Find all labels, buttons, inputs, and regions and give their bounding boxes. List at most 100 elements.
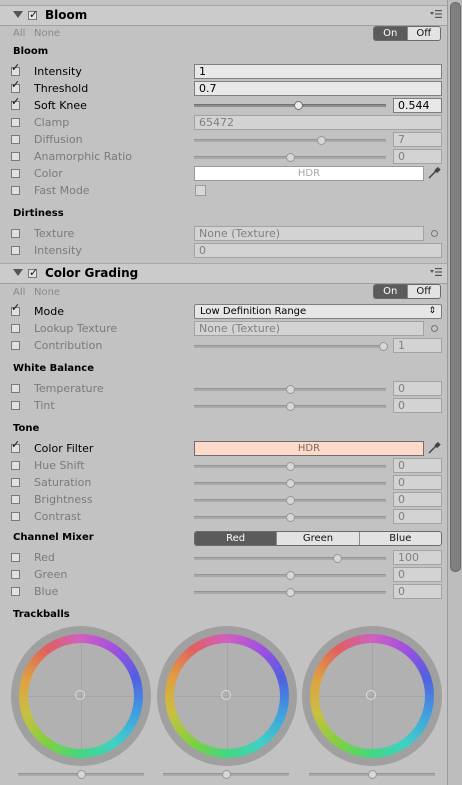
hueshift-override-checkbox[interactable] xyxy=(11,461,21,471)
contribution-slider-handle[interactable] xyxy=(379,342,388,351)
bloom-header[interactable]: Bloom xyxy=(0,5,448,26)
eyedropper-icon[interactable] xyxy=(427,441,441,455)
clamp-override-checkbox[interactable] xyxy=(11,118,21,128)
grading-on-button[interactable]: On xyxy=(374,285,407,298)
trackball-gamma-slider-handle[interactable] xyxy=(222,770,231,779)
mixer-red-override-checkbox[interactable] xyxy=(11,553,21,563)
diffusion-slider-handle[interactable] xyxy=(317,136,326,145)
threshold-override-checkbox[interactable] xyxy=(11,80,21,94)
brightness-override-checkbox[interactable] xyxy=(11,495,21,505)
colorfilter-swatch-field[interactable]: HDR xyxy=(194,441,424,456)
color-wheel-icon[interactable] xyxy=(11,626,151,766)
mixer-red-slider-handle[interactable] xyxy=(333,554,342,563)
trackball-gamma[interactable] xyxy=(157,626,297,766)
trackball-lift[interactable] xyxy=(11,626,151,766)
colorgrading-enabled-checkbox[interactable] xyxy=(28,266,38,279)
brightness-field[interactable]: 0 xyxy=(393,492,442,507)
bloom-onoff-toggle[interactable]: On Off xyxy=(373,26,441,41)
saturation-override-checkbox[interactable] xyxy=(11,478,21,488)
contrast-field[interactable]: 0 xyxy=(393,509,442,524)
tint-override-checkbox[interactable] xyxy=(11,401,21,411)
hueshift-slider-handle[interactable] xyxy=(286,462,295,471)
mode-dropdown[interactable]: Low Definition Range ⇕ xyxy=(194,304,442,319)
channelmixer-tabs[interactable]: Red Green Blue xyxy=(194,531,442,546)
lookup-field[interactable]: None (Texture) xyxy=(194,321,424,336)
anamorphic-slider-handle[interactable] xyxy=(286,153,295,162)
mixer-green-slider-handle[interactable] xyxy=(286,571,295,580)
anamorphic-field[interactable]: 0 xyxy=(393,149,442,164)
bloom-all-link[interactable]: All xyxy=(13,28,25,39)
object-picker-icon[interactable] xyxy=(431,325,438,332)
lookup-override-checkbox[interactable] xyxy=(11,324,21,334)
brightness-slider-handle[interactable] xyxy=(286,496,295,505)
contrast-slider-handle[interactable] xyxy=(286,513,295,522)
bloom-none-link[interactable]: None xyxy=(34,28,60,39)
mixer-blue-override-checkbox[interactable] xyxy=(11,587,21,597)
intensity-field[interactable]: 1 xyxy=(194,64,442,79)
header-menu-icon[interactable] xyxy=(430,9,442,19)
mixer-tab-green[interactable]: Green xyxy=(276,532,359,545)
mixer-red-slider-track[interactable] xyxy=(194,557,386,560)
hueshift-field[interactable]: 0 xyxy=(393,458,442,473)
clamp-field[interactable]: 65472 xyxy=(194,115,442,130)
object-picker-icon[interactable] xyxy=(431,230,438,237)
bloom-off-button[interactable]: Off xyxy=(406,27,440,40)
temperature-override-checkbox[interactable] xyxy=(11,384,21,394)
grading-all-link[interactable]: All xyxy=(13,287,25,298)
temperature-field[interactable]: 0 xyxy=(393,381,442,396)
colorfilter-override-checkbox[interactable] xyxy=(11,440,21,454)
softknee-slider-track[interactable] xyxy=(194,104,386,107)
texture-field[interactable]: None (Texture) xyxy=(194,226,424,241)
dirt-intensity-field[interactable]: 0 xyxy=(194,243,442,258)
grading-onoff-toggle[interactable]: On Off xyxy=(373,284,441,299)
eyedropper-icon[interactable] xyxy=(427,166,441,180)
softknee-override-checkbox[interactable] xyxy=(11,97,21,111)
trackball-lift-slider-handle[interactable] xyxy=(77,770,86,779)
mixer-tab-blue[interactable]: Blue xyxy=(358,532,441,545)
contrast-override-checkbox[interactable] xyxy=(11,512,21,522)
scrollbar-thumb[interactable] xyxy=(450,2,461,572)
grading-off-button[interactable]: Off xyxy=(406,285,440,298)
colorgrading-header[interactable]: Color Grading xyxy=(0,263,448,284)
contribution-override-checkbox[interactable] xyxy=(11,341,21,351)
color-wheel-icon[interactable] xyxy=(302,626,442,766)
anamorphic-override-checkbox[interactable] xyxy=(11,152,21,162)
intensity-override-checkbox[interactable] xyxy=(11,63,21,77)
softknee-field[interactable]: 0.544 xyxy=(393,98,442,113)
dirt-intensity-override-checkbox[interactable] xyxy=(11,246,21,256)
softknee-slider-handle[interactable] xyxy=(294,101,303,110)
trackball-gain[interactable] xyxy=(302,626,442,766)
saturation-field[interactable]: 0 xyxy=(393,475,442,490)
header-menu-icon[interactable] xyxy=(430,267,442,277)
tint-slider-handle[interactable] xyxy=(286,402,295,411)
vertical-scrollbar[interactable] xyxy=(447,0,462,785)
mixer-blue-slider-handle[interactable] xyxy=(286,588,295,597)
diffusion-override-checkbox[interactable] xyxy=(11,135,21,145)
color-wheel-icon[interactable] xyxy=(157,626,297,766)
fastmode-override-checkbox[interactable] xyxy=(11,186,21,196)
bloom-on-button[interactable]: On xyxy=(374,27,407,40)
bloom-enabled-checkbox[interactable] xyxy=(28,8,38,21)
mixer-green-field[interactable]: 0 xyxy=(393,567,442,582)
fastmode-checkbox[interactable] xyxy=(195,185,206,196)
mixer-blue-field[interactable]: 0 xyxy=(393,584,442,599)
color-swatch-field[interactable]: HDR xyxy=(194,166,424,181)
threshold-field[interactable]: 0.7 xyxy=(194,81,442,96)
mixer-green-override-checkbox[interactable] xyxy=(11,570,21,580)
mixer-red-field[interactable]: 100 xyxy=(393,550,442,565)
texture-override-checkbox[interactable] xyxy=(11,229,21,239)
saturation-slider-handle[interactable] xyxy=(286,479,295,488)
mode-override-checkbox[interactable] xyxy=(11,303,21,317)
diffusion-slider-track[interactable] xyxy=(194,139,386,142)
diffusion-field[interactable]: 7 xyxy=(393,132,442,147)
trackball-gain-slider-handle[interactable] xyxy=(368,770,377,779)
temperature-slider-handle[interactable] xyxy=(286,385,295,394)
grading-none-link[interactable]: None xyxy=(34,287,60,298)
tint-field[interactable]: 0 xyxy=(393,398,442,413)
contribution-field[interactable]: 1 xyxy=(393,338,442,353)
fold-arrow-icon[interactable] xyxy=(13,269,23,276)
fold-arrow-icon[interactable] xyxy=(13,11,23,18)
color-override-checkbox[interactable] xyxy=(11,169,21,179)
mixer-tab-red[interactable]: Red xyxy=(195,532,277,545)
contribution-slider-track[interactable] xyxy=(194,345,386,348)
